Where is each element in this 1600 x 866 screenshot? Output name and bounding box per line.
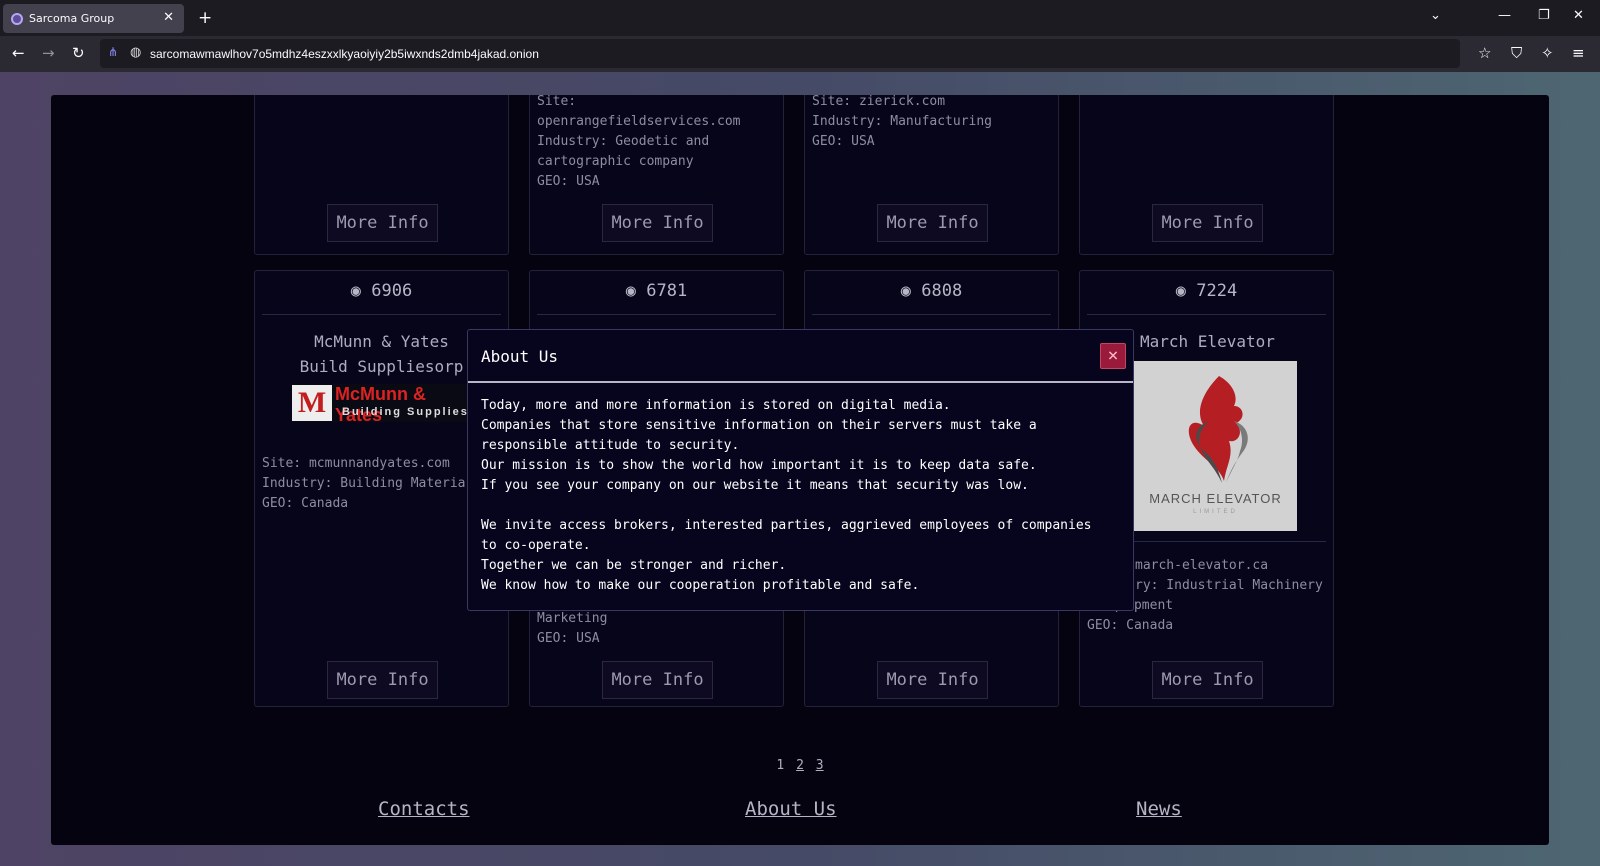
card-info: Site: openrangefieldservices.com Industr… <box>537 95 778 192</box>
address-bar[interactable]: ⋔ ◍ sarcomawmawlhov7o5mdhz4eszxxlkyaoiyi… <box>100 39 1460 68</box>
page-1[interactable]: 1 <box>776 758 784 773</box>
modal-text-line: to co-operate. <box>481 538 591 553</box>
reload-icon[interactable]: ↻ <box>72 44 85 62</box>
victim-card: More Info <box>254 95 509 255</box>
more-info-button[interactable]: More Info <box>877 661 988 699</box>
nav-bar: ← → ↻ ⋔ ◍ sarcomawmawlhov7o5mdhz4eszxxlk… <box>0 36 1600 72</box>
company-logo: M McMunn & Yates Building Supplies <box>292 384 472 425</box>
page-2[interactable]: 2 <box>796 758 804 773</box>
site-favicon-icon <box>11 12 23 25</box>
modal-text-line: Companies that store sensitive informati… <box>481 418 1037 433</box>
views-count: ◉ 7224 <box>1087 271 1326 315</box>
extensions-icon[interactable]: ✧ <box>1541 44 1554 62</box>
url-text[interactable]: sarcomawmawlhov7o5mdhz4eszxxlkyaoiyiy2b5… <box>150 47 539 61</box>
list-tabs-icon[interactable]: ⌄ <box>1430 8 1441 23</box>
card-info: Site: zierick.com Industry: Manufacturin… <box>812 95 1053 152</box>
modal-text-line: Today, more and more information is stor… <box>481 398 951 413</box>
views-count: ◉ 6906 <box>262 271 501 315</box>
more-info-button[interactable]: More Info <box>327 204 438 242</box>
page-3[interactable]: 3 <box>816 758 824 773</box>
geo-line: GEO: USA <box>537 631 600 646</box>
geo-line: GEO: USA <box>537 174 600 189</box>
close-icon[interactable]: × <box>1100 343 1126 369</box>
bookmark-star-icon[interactable]: ☆ <box>1478 44 1491 62</box>
more-info-button[interactable]: More Info <box>327 661 438 699</box>
pagination: 1 2 3 <box>51 758 1549 773</box>
logo-text: MARCH ELEVATOR <box>1149 491 1282 506</box>
tab-bar: Sarcoma Group ✕ + ⌄ — ❐ ✕ <box>0 0 1600 36</box>
modal-title: About Us <box>481 347 559 366</box>
logo-m-icon: M <box>292 385 332 421</box>
eye-icon: ◉ <box>1175 281 1187 301</box>
forward-icon[interactable]: → <box>42 44 55 62</box>
shield-icon[interactable]: ⛉ <box>1511 44 1522 62</box>
more-info-button[interactable]: More Info <box>1152 661 1263 699</box>
victim-card: Site: openrangefieldservices.com Industr… <box>529 95 784 255</box>
logo-subtext: Building Supplies <box>342 406 469 418</box>
industry-line: Industry: Geodetic and <box>537 134 710 149</box>
modal-text-line: Together we can be stronger and richer. <box>481 558 787 573</box>
company-logo: MARCH ELEVATOR LIMITED <box>1134 361 1297 531</box>
close-tab-icon[interactable]: ✕ <box>163 10 174 25</box>
minimize-icon[interactable]: — <box>1498 8 1511 23</box>
lock-icon[interactable]: ◍ <box>130 44 141 60</box>
views-count: ◉ 6781 <box>537 271 776 315</box>
restore-icon[interactable]: ❐ <box>1538 8 1550 23</box>
modal-text-line <box>481 496 1123 516</box>
industry-line: cartographic company <box>537 154 694 169</box>
modal-body: Today, more and more information is stor… <box>481 396 1123 596</box>
industry-line: Industry: Manufacturing <box>812 114 993 129</box>
browser-tab[interactable]: Sarcoma Group ✕ <box>3 4 184 33</box>
menu-icon[interactable]: ≡ <box>1572 44 1585 62</box>
eye-icon: ◉ <box>900 281 912 301</box>
victim-card: Site: zierick.com Industry: Manufacturin… <box>804 95 1059 255</box>
logo-subtext: LIMITED <box>1193 509 1238 515</box>
more-info-button[interactable]: More Info <box>877 204 988 242</box>
modal-header: About Us × <box>468 330 1133 383</box>
geo-line: GEO: Canada <box>1087 618 1174 633</box>
modal-text-line: We invite access brokers, interested par… <box>481 518 1092 533</box>
logo-text: McMunn & Yates <box>335 384 426 425</box>
modal-text-line: If you see your company on our website i… <box>481 478 1029 493</box>
footer-about-link[interactable]: About Us <box>745 798 837 820</box>
industry-line: Marketing <box>537 611 608 626</box>
more-info-button[interactable]: More Info <box>602 204 713 242</box>
views-value: 6906 <box>371 281 413 301</box>
tab-title: Sarcoma Group <box>29 12 115 25</box>
site-value: openrangefieldservices.com <box>537 114 741 129</box>
footer-news-link[interactable]: News <box>1136 798 1182 820</box>
modal-text-line: responsible attitude to security. <box>481 438 740 453</box>
victim-card: More Info <box>1079 95 1334 255</box>
eye-icon: ◉ <box>350 281 362 301</box>
card-info: Marketing GEO: USA <box>537 609 778 649</box>
new-tab-icon[interactable]: + <box>198 8 212 28</box>
views-value: 6808 <box>921 281 963 301</box>
more-info-button[interactable]: More Info <box>1152 204 1263 242</box>
back-icon[interactable]: ← <box>12 44 25 62</box>
footer-contacts-link[interactable]: Contacts <box>378 798 470 820</box>
views-value: 7224 <box>1196 281 1238 301</box>
onion-circuit-icon[interactable]: ⋔ <box>108 45 118 59</box>
eye-icon: ◉ <box>625 281 637 301</box>
modal-text-line: We know how to make our cooperation prof… <box>481 578 920 593</box>
geo-line: GEO: USA <box>812 134 875 149</box>
close-window-icon[interactable]: ✕ <box>1573 8 1584 23</box>
about-us-modal: About Us × Today, more and more informat… <box>467 329 1134 611</box>
views-count: ◉ 6808 <box>812 271 1051 315</box>
modal-text-line: Our mission is to show the world how imp… <box>481 458 1037 473</box>
more-info-button[interactable]: More Info <box>602 661 713 699</box>
site-line: Site: zierick.com <box>812 95 946 109</box>
site-label: Site: <box>537 95 577 109</box>
phoenix-logo-icon <box>1188 376 1248 483</box>
views-value: 6781 <box>646 281 688 301</box>
